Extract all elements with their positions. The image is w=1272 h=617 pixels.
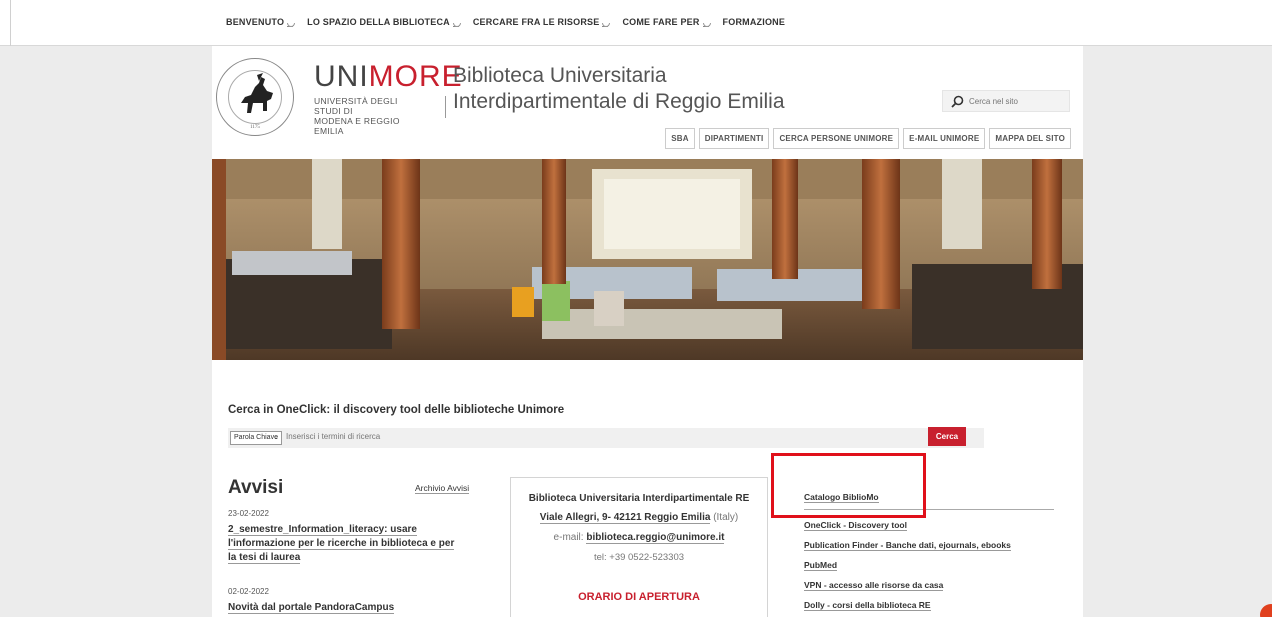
avvisi-section: Avvisi Archivio Avvisi 23-02-2022 2_seme… [228,477,490,615]
brand-main-text: UNI [314,60,369,93]
nav-item-cercare-risorse[interactable]: CERCARE FRA LE RISORSE [472,17,611,27]
chevron-down-icon [602,21,611,27]
link-label: Dolly - corsi della biblioteca RE [804,600,931,611]
chevron-down-icon: ⌄ [273,434,279,441]
chevron-down-icon [287,21,296,27]
news-title-line: 2_semestre_Information_literacy: usare [228,524,417,536]
news-title-line: l'informazione per le ricerche in biblio… [228,538,455,550]
library-info-box: Biblioteca Universitaria Interdipartimen… [510,477,768,617]
horseman-icon [241,73,273,113]
link-dolly[interactable]: Dolly - corsi della biblioteca RE [804,600,1054,611]
site-search-input[interactable] [969,94,1064,109]
library-name: Biblioteca Universitaria Interdipartimen… [528,493,750,504]
nav-item-label: COME FARE PER [622,17,700,27]
search-type-select[interactable]: Parola Chiave ⌄ [230,431,282,445]
brand-subtitle-line1: UNIVERSITÀ DEGLI STUDI DI [314,96,398,116]
link-label: OneClick - Discovery tool [804,520,907,531]
header-link-mappa[interactable]: MAPPA DEL SITO [989,128,1071,149]
search-icon[interactable] [951,95,964,108]
link-publication-finder[interactable]: Publication Finder - Banche dati, ejourn… [804,540,1054,551]
brand-subtitle: UNIVERSITÀ DEGLI STUDI DI MODENA E REGGI… [314,96,424,136]
email-label: e-mail: [553,532,584,543]
link-vpn[interactable]: VPN - accesso alle risorse da casa [804,580,1054,591]
news-date: 23-02-2022 [228,509,269,518]
library-title-line2: Interdipartimentale di Reggio Emilia [453,90,785,113]
nav-item-benvenuto[interactable]: BENVENUTO [226,17,296,27]
address-country: (Italy) [713,512,739,523]
highlight-box [771,453,926,518]
brand-wordmark[interactable]: UNIMORE [314,60,463,94]
nav-item-label: FORMAZIONE [722,17,786,27]
nav-item-label: CERCARE FRA LE RISORSE [472,17,600,27]
email-link[interactable]: biblioteca.reggio@unimore.it [586,532,725,544]
oneclick-search-bar: Parola Chiave ⌄ [228,428,984,448]
news-title-line: Novità dal portale PandoraCampus [228,602,395,614]
library-email: e-mail: biblioteca.reggio@unimore.it [511,532,767,544]
nav-item-spazio-biblioteca[interactable]: LO SPAZIO DELLA BIBLIOTECA [307,17,461,27]
left-edge-divider [10,0,11,46]
news-title-link[interactable]: Novità dal portale PandoraCampus [228,601,490,615]
nav-menu: BENVENUTO LO SPAZIO DELLA BIBLIOTECA CER… [226,17,785,27]
oneclick-title: Cerca in OneClick: il discovery tool del… [228,404,565,416]
university-seal-logo[interactable]: 1175 [216,58,294,136]
nav-item-label: BENVENUTO [226,17,285,27]
link-oneclick[interactable]: OneClick - Discovery tool [804,520,1054,531]
brand-subtitle-line2: MODENA E REGGIO EMILIA [314,116,400,136]
library-address: Viale Allegri, 9- 42121 Reggio Emilia (I… [511,512,767,524]
top-navigation: BENVENUTO LO SPAZIO DELLA BIBLIOTECA CER… [0,0,1272,46]
oneclick-search-input[interactable] [286,432,886,441]
header-link-dipartimenti[interactable]: DIPARTIMENTI [698,128,770,149]
link-label: PubMed [804,560,838,571]
header-links: SBA DIPARTIMENTI CERCA PERSONE UNIMORE E… [665,128,1071,149]
header-link-email[interactable]: E-MAIL UNIMORE [903,128,986,149]
brand-accent-text: MORE [368,60,463,93]
header-link-cerca-persone[interactable]: CERCA PERSONE UNIMORE [773,128,900,149]
library-interior-photo [212,159,1083,360]
chevron-down-icon [702,21,711,27]
news-title-link[interactable]: 2_semestre_Information_literacy: usare l… [228,523,490,565]
search-type-value: Parola Chiave [234,434,278,441]
link-label: Publication Finder - Banche dati, ejourn… [804,540,1011,551]
page-container: 1175 UNIMORE UNIVERSITÀ DEGLI STUDI DI M… [212,46,1083,617]
news-title-line: la tesi di laurea [228,552,301,564]
library-banner-image [212,159,1083,360]
library-title-line1: Biblioteca Universitaria [453,64,667,87]
nav-item-formazione[interactable]: FORMAZIONE [723,17,786,27]
brand-divider [445,96,446,118]
address-link[interactable]: Viale Allegri, 9- 42121 Reggio Emilia [539,512,711,524]
oneclick-search-button[interactable]: Cerca [928,427,966,446]
link-label: VPN - accesso alle risorse da casa [804,580,944,591]
floating-badge[interactable] [1260,604,1272,617]
header-link-sba[interactable]: SBA [665,128,695,149]
chevron-down-icon [452,21,461,27]
library-title: Biblioteca Universitaria Interdipartimen… [453,63,785,115]
site-search [942,90,1070,112]
nav-item-come-fare-per[interactable]: COME FARE PER [622,17,711,27]
link-pubmed[interactable]: PubMed [804,560,1054,571]
orario-apertura-heading[interactable]: ORARIO DI APERTURA [511,591,767,603]
news-date: 02-02-2022 [228,587,269,596]
library-phone: tel: +39 0522-523303 [593,552,685,563]
seal-year: 1175 [250,125,260,130]
nav-item-label: LO SPAZIO DELLA BIBLIOTECA [307,17,450,27]
archivio-avvisi-link[interactable]: Archivio Avvisi [415,483,470,494]
